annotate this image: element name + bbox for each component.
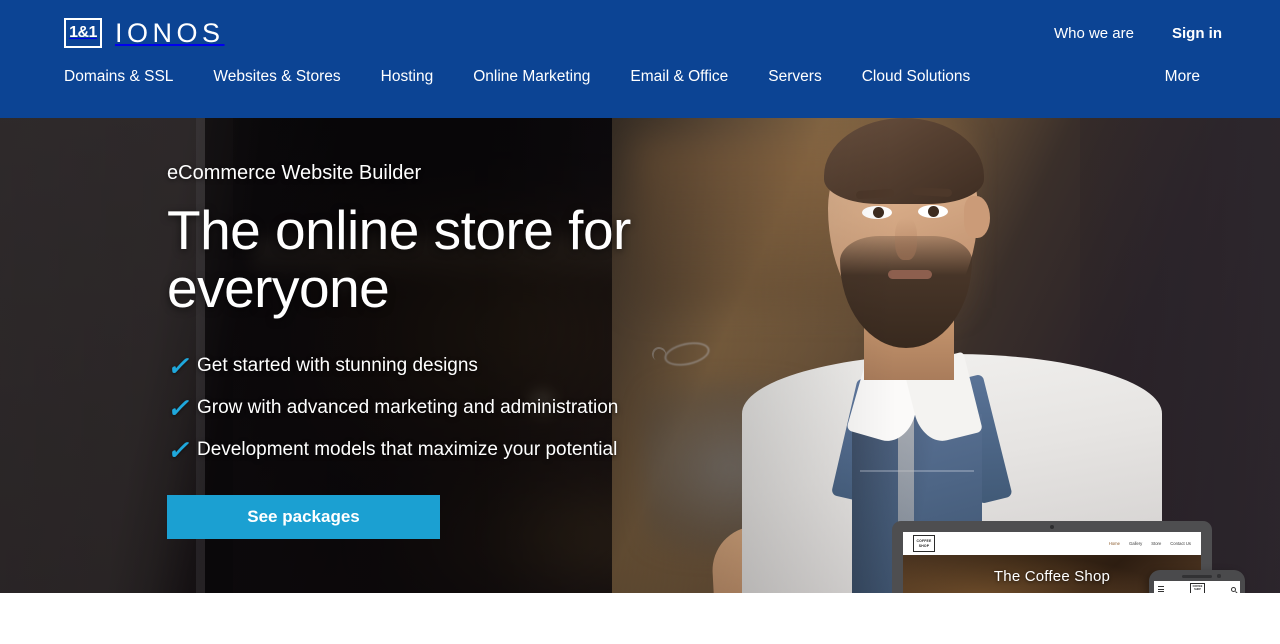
owner-ear <box>964 196 990 238</box>
nav-item-online-marketing[interactable]: Online Marketing <box>473 66 590 86</box>
hero-benefits-list: ✓ Get started with stunning designs ✓ Gr… <box>167 350 767 467</box>
hero-section: eCommerce Website Builder The online sto… <box>0 118 1280 593</box>
main-navigation: Domains & SSL Websites & Stores Hosting … <box>0 66 1280 118</box>
laptop-mockup: COFFEE SHOP Home Gallery Store Contact U… <box>892 521 1212 593</box>
owner-pupil-right <box>928 206 939 217</box>
demo-site-nav: Home Gallery Store Contact Us <box>1109 541 1191 546</box>
check-icon: ✓ <box>167 393 189 424</box>
laptop-body: COFFEE SHOP Home Gallery Store Contact U… <box>892 521 1212 593</box>
coffee-shop-logo-icon[interactable]: COFFEE SHOP <box>913 535 935 552</box>
benefit-label: Get started with stunning designs <box>197 355 478 377</box>
hero-headline: The online store for everyone <box>167 199 631 320</box>
ionos-logo[interactable]: 1&1 IONOS <box>64 18 225 49</box>
who-we-are-link[interactable]: Who we are <box>1054 25 1134 42</box>
laptop-screen: COFFEE SHOP Home Gallery Store Contact U… <box>903 532 1201 593</box>
nav-item-domains-ssl[interactable]: Domains & SSL <box>64 66 173 86</box>
demo-nav-gallery[interactable]: Gallery <box>1129 541 1142 546</box>
demo-nav-store[interactable]: Store <box>1151 541 1161 546</box>
phone-camera-icon <box>1217 574 1221 578</box>
sign-in-link[interactable]: Sign in <box>1172 25 1222 42</box>
logo-badge-icon: 1&1 <box>64 18 102 48</box>
demo-nav-contact-us[interactable]: Contact Us <box>1170 541 1191 546</box>
check-icon: ✓ <box>167 351 189 382</box>
nav-item-cloud-solutions[interactable]: Cloud Solutions <box>862 66 971 86</box>
header-utility-links: Who we are Sign in <box>1054 25 1252 42</box>
benefit-item: ✓ Development models that maximize your … <box>167 434 767 467</box>
apron-seam <box>860 470 974 472</box>
device-mockup-group: COFFEE SHOP Home Gallery Store Contact U… <box>868 514 1280 593</box>
benefit-label: Grow with advanced marketing and adminis… <box>197 397 619 419</box>
owner-mouth <box>888 270 932 279</box>
nav-item-email-office[interactable]: Email & Office <box>630 66 728 86</box>
laptop-camera-icon <box>1050 525 1054 529</box>
site-header: 1&1 IONOS Who we are Sign in Domains & S… <box>0 0 1280 118</box>
nav-item-servers[interactable]: Servers <box>768 66 821 86</box>
coffee-shop-logo-line2: SHOP <box>918 543 930 548</box>
hero-eyebrow: eCommerce Website Builder <box>167 162 422 184</box>
benefit-item: ✓ Get started with stunning designs <box>167 350 767 383</box>
benefit-item: ✓ Grow with advanced marketing and admin… <box>167 392 767 425</box>
nav-item-more[interactable]: More <box>1165 66 1252 86</box>
see-packages-button[interactable]: See packages <box>167 494 440 539</box>
logo-badge-text: 1&1 <box>69 24 97 41</box>
nav-item-hosting[interactable]: Hosting <box>381 66 434 86</box>
page-bottom-strip <box>0 593 1280 644</box>
search-icon[interactable] <box>1231 586 1236 592</box>
nav-item-websites-stores[interactable]: Websites & Stores <box>213 66 340 86</box>
demo-hero-content: The Coffee Shop Welcome to our online Kr… <box>903 555 1201 593</box>
check-icon: ✓ <box>167 435 189 466</box>
hero-text-block: eCommerce Website Builder The online sto… <box>167 118 767 593</box>
owner-nose <box>895 218 917 260</box>
demo-hero-subtitle: Welcome to our online Kraft coffee store… <box>930 592 1174 593</box>
demo-hero-title: The Coffee Shop <box>993 568 1111 585</box>
nav-items-group: Domains & SSL Websites & Stores Hosting … <box>64 66 970 86</box>
benefit-label: Development models that maximize your po… <box>197 439 618 461</box>
owner-pupil-left <box>873 207 884 218</box>
demo-nav-home[interactable]: Home <box>1109 541 1120 546</box>
header-top-bar: 1&1 IONOS Who we are Sign in <box>0 0 1280 66</box>
logo-wordmark: IONOS <box>115 17 225 48</box>
demo-site-hero: The Coffee Shop Welcome to our online Kr… <box>903 555 1201 593</box>
demo-site-topbar: COFFEE SHOP Home Gallery Store Contact U… <box>903 532 1201 555</box>
